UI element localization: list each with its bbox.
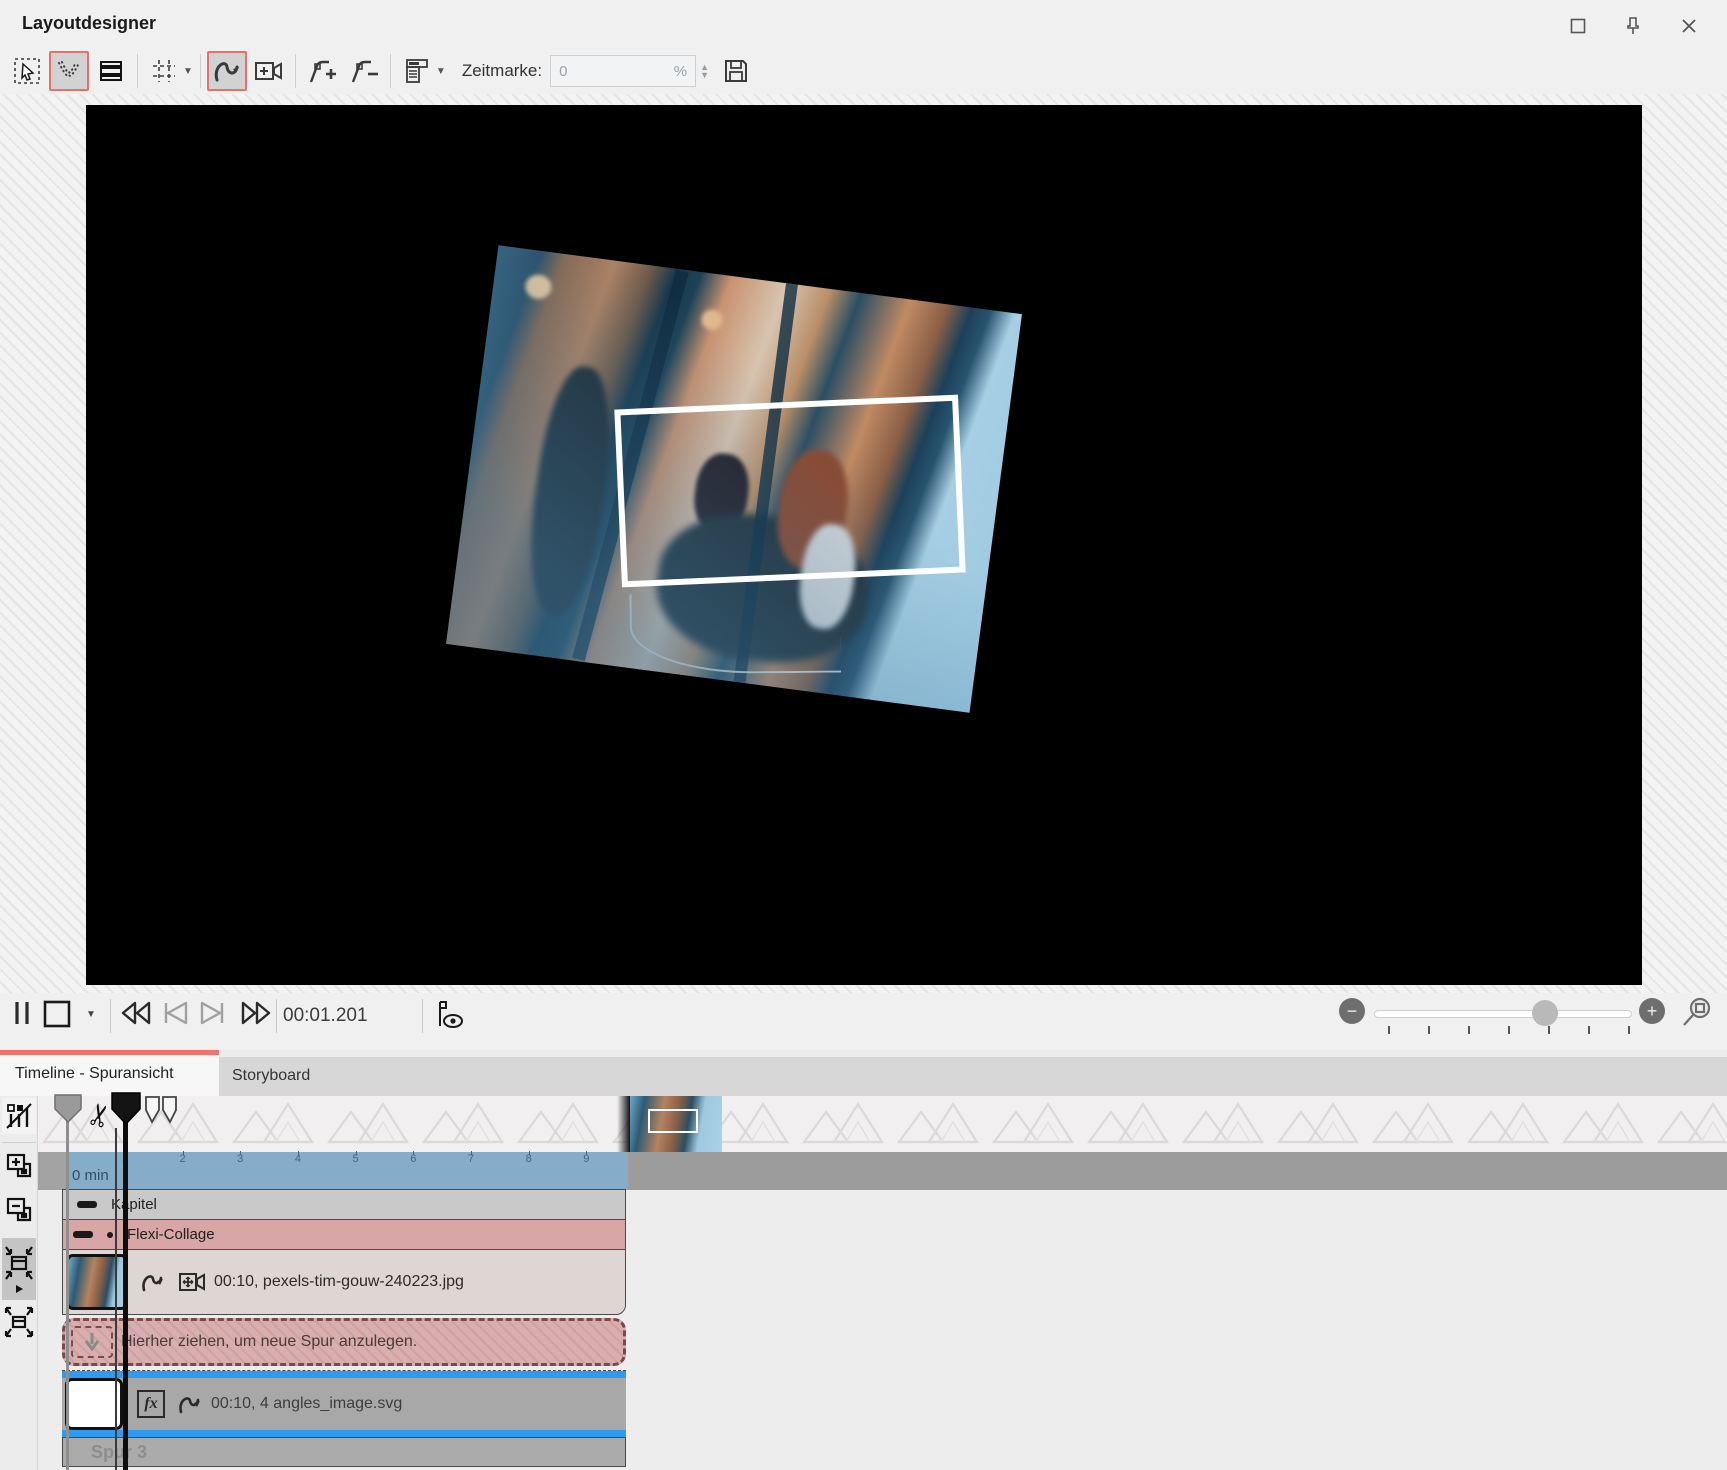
pause-button[interactable]: [12, 999, 34, 1027]
collapse-dash-icon[interactable]: [73, 1231, 93, 1238]
timeline-preview-thumbnail[interactable]: [630, 1096, 722, 1152]
drop-arrow-icon: [71, 1326, 113, 1358]
collapse-tracks-button[interactable]: [2, 1238, 36, 1300]
thumbnail-shadow: [617, 1096, 631, 1152]
transport-bar: ▼ 00:01.201 − +: [0, 993, 1727, 1043]
layout-frame-rectangle[interactable]: [614, 395, 965, 588]
layers-tool-button[interactable]: [91, 51, 131, 91]
motion-path-icon: [140, 1269, 166, 1295]
mini-layout-rectangle: [648, 1109, 698, 1133]
stop-dropdown-caret[interactable]: ▼: [86, 1009, 96, 1020]
zeitmarke-input[interactable]: [551, 56, 651, 86]
clip-pexels-image[interactable]: 00:10, pexels-tim-gouw-240223.jpg: [62, 1249, 626, 1315]
timecode-display: 00:01.201: [283, 1005, 368, 1027]
toggle-keyframe-display-button[interactable]: [2, 1098, 36, 1134]
fx-icon: fx: [137, 1390, 165, 1418]
layoutdesigner-window: Layoutdesigner ▼: [0, 0, 1727, 1470]
gray-playhead-marker[interactable]: [53, 1094, 83, 1129]
white-split-marker[interactable]: [144, 1096, 178, 1129]
ruler-zero-label: 0 min: [72, 1167, 109, 1184]
motion-path-icon: [177, 1391, 203, 1417]
select-tool-button[interactable]: [7, 51, 47, 91]
ruler-ticks: 123456789: [96, 1153, 615, 1165]
track-kapitel[interactable]: Kapitel: [62, 1189, 626, 1220]
stage-background: [0, 94, 1727, 993]
pin-button[interactable]: [1616, 12, 1650, 40]
next-frame-button[interactable]: [198, 999, 228, 1027]
zeitmarke-stepper[interactable]: ▲▼: [700, 63, 709, 79]
keyframe-eye-icon[interactable]: [432, 999, 468, 1031]
track-spur3[interactable]: Spur 3: [62, 1437, 626, 1467]
bullet-icon: [107, 1232, 113, 1238]
track-flexi-collage[interactable]: Flexi-Collage: [62, 1219, 626, 1250]
gray-playhead-line[interactable]: [66, 1118, 69, 1470]
remove-track-button[interactable]: [2, 1192, 36, 1228]
toolbar-separator: [295, 54, 296, 88]
insert-track-button[interactable]: [2, 1148, 36, 1184]
tabstrip-background: [219, 1057, 1727, 1096]
toolbar-separator: [390, 54, 391, 88]
motion-path-tool-button[interactable]: [207, 51, 247, 91]
clip-label: 00:10, 4 angles_image.svg: [211, 1395, 402, 1413]
zoom-in-button[interactable]: +: [1639, 998, 1665, 1024]
thin-playhead-line[interactable]: [115, 1128, 117, 1470]
title-bar: Layoutdesigner: [0, 0, 1727, 48]
grid-dropdown-caret[interactable]: ▼: [183, 66, 193, 77]
tab-storyboard[interactable]: Storyboard: [232, 1067, 310, 1085]
zeitmarke-label: Zeitmarke:: [462, 61, 542, 81]
add-curve-point-button[interactable]: [302, 51, 342, 91]
new-track-dropzone[interactable]: Hierher ziehen, um neue Spur anzulegen.: [62, 1318, 626, 1366]
grid-tool-button[interactable]: [144, 51, 184, 91]
timeline-header-strip[interactable]: [38, 1096, 1727, 1152]
clip-thumbnail[interactable]: [66, 1254, 128, 1310]
toolbar-separator: [200, 54, 201, 88]
track-label: Flexi-Collage: [127, 1226, 215, 1243]
dotted-curve-tool-button[interactable]: [49, 51, 89, 91]
black-playhead-line[interactable]: [123, 1122, 128, 1470]
camera-pan-icon: [178, 1271, 206, 1293]
stop-button[interactable]: [42, 999, 76, 1029]
track-label: Kapitel: [111, 1196, 157, 1213]
layout-toolbar: ▼ ▼ Zeitmarke: % ▲▼: [6, 48, 757, 94]
timeline-panel: 123456789 0 min Kapitel Flexi-Collage: [0, 1096, 1727, 1470]
clip-angles-svg-selected[interactable]: fx 00:10, 4 angles_image.svg: [62, 1371, 626, 1437]
layout-canvas[interactable]: [86, 105, 1642, 985]
dropzone-label: Hierher ziehen, um neue Spur anzulegen.: [121, 1333, 417, 1351]
zeitmarke-input-wrap: %: [550, 55, 696, 87]
tab-timeline-spuransicht[interactable]: Timeline - Spuransicht: [0, 1050, 219, 1096]
ruler-overflow[interactable]: [628, 1152, 1727, 1190]
selected-clip-wrap: fx 00:10, 4 angles_image.svg: [62, 1370, 626, 1438]
collapse-dash-icon[interactable]: [77, 1201, 97, 1208]
fit-zoom-icon[interactable]: [1680, 995, 1714, 1029]
track-list: Kapitel Flexi-Collage 00:10, pexels-tim-…: [62, 1190, 626, 1467]
rewind-button[interactable]: [118, 999, 154, 1027]
zeitmarke-unit: %: [674, 63, 687, 80]
zoom-out-button[interactable]: −: [1339, 998, 1365, 1024]
fast-forward-button[interactable]: [238, 999, 274, 1027]
save-button[interactable]: [716, 51, 756, 91]
tab-timeline-label: Timeline - Spuransicht: [15, 1065, 174, 1083]
text-list-dropdown-caret[interactable]: ▼: [436, 66, 446, 77]
track-label: Spur 3: [91, 1442, 147, 1463]
toolbar-separator: [137, 54, 138, 88]
preview-zoom-slider[interactable]: [1374, 1010, 1632, 1018]
remove-curve-point-button[interactable]: [344, 51, 384, 91]
maximize-button[interactable]: [1561, 12, 1595, 40]
timeline-tabstrip: Timeline - Spuransicht Storyboard: [0, 1050, 1727, 1096]
text-list-tool-button[interactable]: [397, 51, 437, 91]
camera-pan-tool-button[interactable]: [249, 51, 289, 91]
previous-frame-button[interactable]: [160, 999, 190, 1027]
expand-tracks-button[interactable]: [2, 1304, 36, 1340]
timeline-toolbar: [0, 1096, 38, 1470]
close-button[interactable]: [1672, 12, 1706, 40]
preview-zoom-handle[interactable]: [1532, 1000, 1558, 1026]
clip-label: 00:10, pexels-tim-gouw-240223.jpg: [214, 1273, 464, 1291]
window-title: Layoutdesigner: [22, 13, 156, 34]
